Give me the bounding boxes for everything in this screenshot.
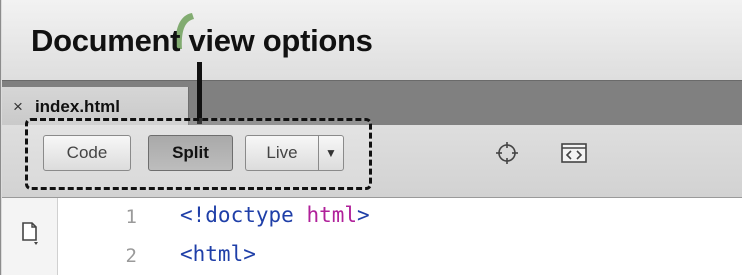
code-tag: <!doctype [180,203,307,227]
split-view-button[interactable]: Split [148,135,233,171]
live-view-button[interactable]: Live [245,135,318,171]
code-tag: <html> [180,242,256,266]
close-tab-icon[interactable]: × [13,97,23,117]
code-line: <html> [180,242,256,266]
line-number: 2 [125,245,137,267]
editor-side-panel [2,198,58,275]
code-line: <!doctype html> [180,203,370,227]
dreamweaver-window: Document view options × index.html Code … [0,0,742,275]
line-number: 1 [125,206,137,228]
tab-filename: index.html [34,96,120,116]
callout-banner: Document view options [2,0,742,80]
chevron-down-icon: ▼ [325,146,337,160]
target-icon[interactable] [492,138,522,168]
callout-leader-line [197,62,202,124]
code-keyword: html [306,203,358,227]
code-view-button[interactable]: Code [43,135,131,171]
live-view-dropdown-button[interactable]: ▼ [318,135,344,171]
code-navigator-icon[interactable] [559,138,589,168]
code-tag: > [357,203,370,227]
callout-title: Document view options [31,23,373,58]
file-icon[interactable] [20,220,40,246]
